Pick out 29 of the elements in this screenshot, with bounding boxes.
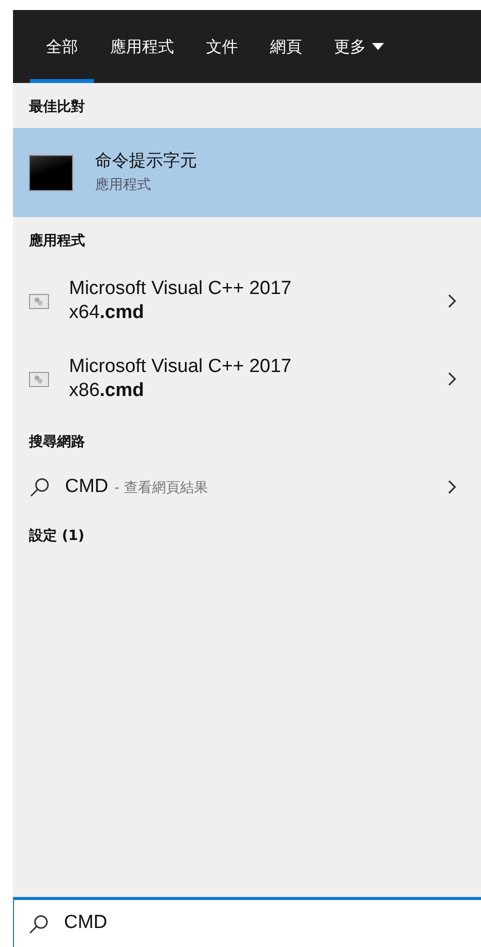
result-item[interactable]: 命令提示字元 應用程式 — [13, 128, 481, 217]
tab[interactable]: 更多 — [318, 10, 400, 83]
section-heading: 搜尋網路 — [28, 433, 86, 452]
script-icon — [29, 294, 49, 308]
web-result-item[interactable]: CMD - 查看網頁結果 — [13, 463, 481, 512]
script-icon — [29, 372, 49, 386]
result-subtitle: 應用程式 — [95, 176, 152, 195]
result-title: Microsoft Visual C++ 2017 x64.cmd — [69, 277, 292, 325]
tab[interactable]: 網頁 — [254, 10, 318, 83]
result-hint: - 查看網頁結果 — [114, 480, 208, 496]
section-heading: 設定 (1) — [28, 526, 86, 546]
result-item[interactable]: Microsoft Visual C++ 2017 x64.cmd — [13, 262, 481, 340]
search-box[interactable]: CMD — [13, 897, 481, 947]
query-text: CMD — [65, 476, 108, 497]
section-heading: 應用程式 — [28, 232, 86, 251]
section-heading: 最佳比對 — [28, 98, 86, 117]
caret-icon — [372, 42, 384, 50]
terminal-icon — [29, 154, 73, 190]
result-item[interactable]: Microsoft Visual C++ 2017 x86.cmd — [13, 340, 481, 418]
chevron-icon — [447, 293, 457, 309]
tab[interactable]: 全部 — [30, 10, 94, 83]
search-icon — [28, 912, 50, 934]
tab[interactable]: 文件 — [190, 10, 254, 83]
result-title: Microsoft Visual C++ 2017 x86.cmd — [69, 355, 292, 403]
chevron-icon — [447, 371, 457, 387]
chevron-icon — [447, 479, 457, 496]
result-title: 命令提示字元 — [95, 150, 197, 174]
search-icon — [29, 476, 51, 498]
tab[interactable]: 應用程式 — [94, 10, 190, 83]
